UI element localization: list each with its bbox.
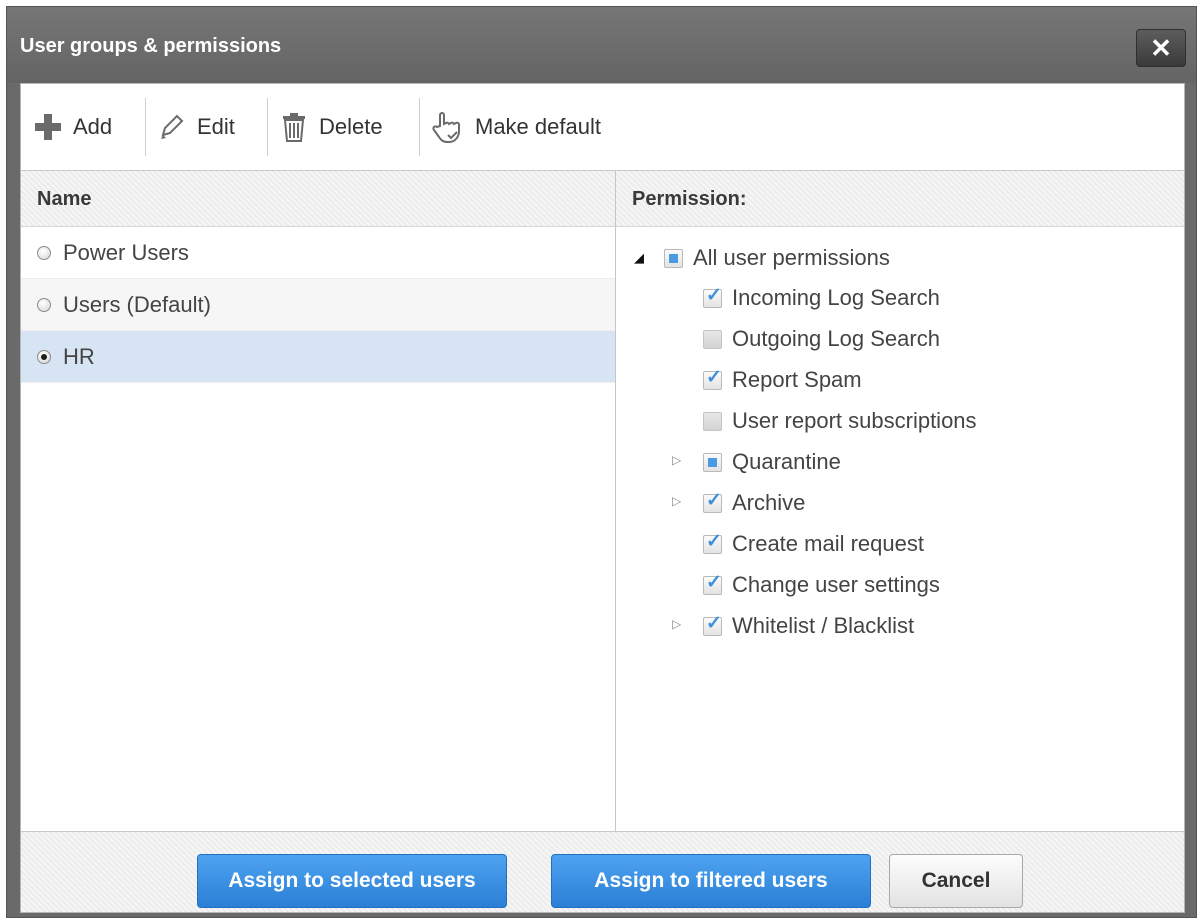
- tree-node-change-user-settings[interactable]: Change user settings: [703, 567, 940, 603]
- checkbox[interactable]: [703, 411, 722, 431]
- tree-node-label: Create mail request: [732, 531, 924, 556]
- toolbar: Add Edit Delete Make default: [21, 84, 1184, 171]
- checkbox[interactable]: [703, 530, 722, 554]
- group-label: Users (Default): [63, 291, 211, 317]
- add-button[interactable]: Add: [33, 84, 112, 170]
- cancel-button[interactable]: Cancel: [889, 854, 1023, 908]
- tree-node-archive[interactable]: Archive: [703, 485, 805, 521]
- tree-node-label: User report subscriptions: [732, 408, 977, 433]
- plus-icon: [35, 114, 61, 140]
- tree-node-report-spam[interactable]: Report Spam: [703, 362, 862, 398]
- tree-node-create-mail-request[interactable]: Create mail request: [703, 526, 924, 562]
- dialog-title: User groups & permissions: [20, 35, 282, 57]
- checkbox[interactable]: [703, 612, 722, 636]
- delete-label: Delete: [319, 114, 383, 139]
- dialog-titlebar[interactable]: User groups & permissions ✕: [7, 7, 1196, 83]
- radio-button[interactable]: [37, 297, 51, 312]
- tree-node-label: Quarantine: [732, 449, 841, 474]
- trash-icon: [283, 113, 305, 142]
- radio-button[interactable]: [37, 349, 51, 364]
- group-label: Power Users: [63, 239, 189, 265]
- delete-button[interactable]: Delete: [279, 84, 383, 170]
- toolbar-divider: [419, 98, 420, 156]
- dialog-body: Add Edit Delete Make default Name Power …: [20, 83, 1185, 913]
- toolbar-divider: [267, 98, 268, 156]
- close-icon: ✕: [1150, 33, 1172, 63]
- close-button[interactable]: ✕: [1136, 29, 1186, 67]
- user-groups-dialog: User groups & permissions ✕ Add Edit Del…: [6, 6, 1197, 918]
- assign-filtered-users-button[interactable]: Assign to filtered users: [551, 854, 871, 908]
- tree-node-label: Change user settings: [732, 572, 940, 597]
- pencil-icon: [161, 114, 184, 139]
- name-column-header[interactable]: Name: [21, 171, 615, 227]
- checkbox[interactable]: [664, 248, 683, 268]
- make-default-button[interactable]: Make default: [431, 84, 601, 170]
- group-row-users-default[interactable]: Users (Default): [21, 279, 615, 331]
- tree-node-label: Archive: [732, 490, 806, 515]
- tree-node-label: Whitelist / Blacklist: [732, 613, 915, 638]
- tree-node-label: Outgoing Log Search: [732, 326, 940, 351]
- expand-triangle-icon[interactable]: ▷: [672, 494, 681, 508]
- radio-button[interactable]: [37, 245, 51, 260]
- checkbox[interactable]: [703, 489, 722, 513]
- checkbox[interactable]: [703, 284, 722, 308]
- make-default-label: Make default: [475, 114, 601, 139]
- tree-node-label: Report Spam: [732, 367, 862, 392]
- group-row-power-users[interactable]: Power Users: [21, 227, 615, 279]
- tree-node-label: All user permissions: [693, 245, 890, 270]
- hand-pointer-icon: [432, 112, 460, 143]
- tree-node-label: Incoming Log Search: [732, 285, 940, 310]
- expand-triangle-icon[interactable]: ▷: [672, 453, 681, 467]
- tree-node-incoming-log-search[interactable]: Incoming Log Search: [703, 280, 940, 316]
- tree-node-whitelist-blacklist[interactable]: Whitelist / Blacklist: [703, 608, 914, 644]
- checkbox[interactable]: [703, 329, 722, 349]
- checkbox[interactable]: [703, 366, 722, 390]
- add-label: Add: [73, 114, 113, 139]
- groups-panel: Name Power Users Users (Default) HR: [21, 171, 616, 831]
- edit-label: Edit: [197, 114, 235, 139]
- group-row-hr[interactable]: HR: [21, 331, 615, 383]
- toolbar-divider: [145, 98, 146, 156]
- collapse-triangle-icon[interactable]: ◢: [634, 250, 644, 266]
- edit-button[interactable]: Edit: [157, 84, 235, 170]
- dialog-footer: Assign to selected users Assign to filte…: [21, 831, 1184, 912]
- expand-triangle-icon[interactable]: ▷: [672, 617, 681, 631]
- tree-node-quarantine[interactable]: Quarantine: [703, 444, 841, 480]
- checkbox[interactable]: [703, 571, 722, 595]
- permissions-panel: Permission: ◢ All user permissions Incom…: [616, 171, 1184, 831]
- assign-selected-users-button[interactable]: Assign to selected users: [197, 854, 507, 908]
- permission-column-header: Permission:: [616, 171, 1184, 227]
- group-label: HR: [63, 343, 95, 369]
- tree-node-user-report-subscriptions[interactable]: User report subscriptions: [703, 403, 977, 439]
- tree-node-outgoing-log-search[interactable]: Outgoing Log Search: [703, 321, 940, 357]
- checkbox[interactable]: [703, 452, 722, 472]
- tree-node-all-user-permissions[interactable]: ◢ All user permissions: [634, 240, 890, 276]
